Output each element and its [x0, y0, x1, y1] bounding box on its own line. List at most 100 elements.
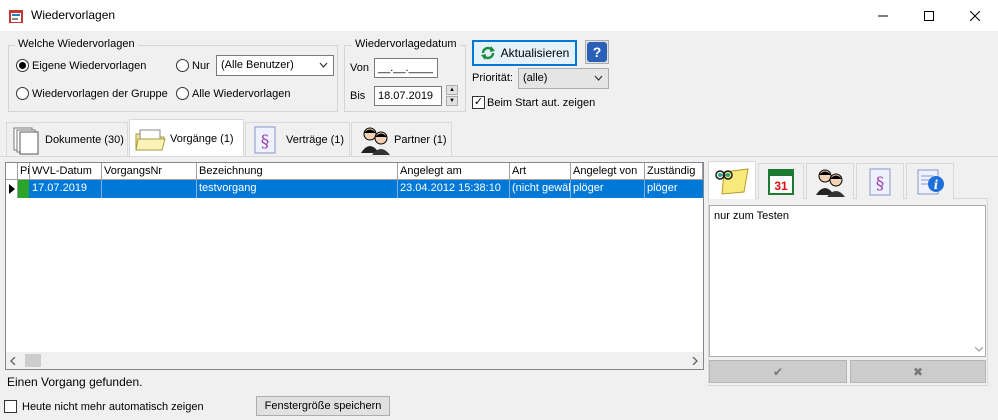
- date-spin-up[interactable]: ▲: [446, 85, 458, 95]
- radio-only[interactable]: Nur: [176, 59, 210, 72]
- svg-text:§: §: [261, 132, 270, 152]
- from-date-field[interactable]: __.__.____: [374, 58, 438, 78]
- row-pointer-icon: [8, 184, 15, 194]
- priority-value: (alle): [523, 72, 548, 84]
- chevron-down-icon: [594, 71, 603, 88]
- horizontal-scrollbar[interactable]: [6, 352, 703, 369]
- autostart-check-indicator[interactable]: ✓: [472, 96, 485, 109]
- tab-vorgaenge-label: Vorgänge (1): [170, 132, 234, 145]
- chevron-left-icon: [10, 356, 16, 365]
- svg-text:?: ?: [593, 44, 602, 60]
- notes-icon: [715, 167, 749, 195]
- save-window-size-button[interactable]: Fenstergröße speichern: [256, 396, 390, 416]
- scroll-left-button[interactable]: [8, 355, 18, 366]
- col-header-pi[interactable]: Pi: [18, 163, 30, 180]
- contract-icon: §: [252, 125, 278, 155]
- save-window-size-label: Fenstergröße speichern: [264, 400, 382, 412]
- calendar-icon: 31: [768, 168, 794, 195]
- user-select-value: (Alle Benutzer): [221, 59, 294, 71]
- chevron-right-icon: [692, 356, 698, 365]
- refresh-icon: [480, 45, 496, 61]
- from-label: Von: [350, 62, 369, 74]
- svg-text:31: 31: [774, 179, 788, 193]
- cell-angelegt-von: plöger: [571, 180, 645, 198]
- close-icon: [970, 10, 980, 21]
- user-select[interactable]: (Alle Benutzer): [216, 55, 334, 76]
- tab-dokumente[interactable]: Dokumente (30): [6, 122, 128, 156]
- maximize-icon: [924, 10, 934, 21]
- filter-legend: Welche Wiedervorlagen: [15, 38, 138, 50]
- memo-scroll-down[interactable]: [974, 344, 984, 354]
- cell-angelegt-am: 23.04.2012 15:38:10: [398, 180, 510, 198]
- radio-group[interactable]: Wiedervorlagen der Gruppe: [16, 87, 168, 100]
- help-button[interactable]: ?: [585, 40, 609, 64]
- radio-only-label: Nur: [192, 59, 210, 72]
- col-header-angelegt-von[interactable]: Angelegt von: [571, 163, 645, 180]
- cell-wvl-datum: 17.07.2019: [30, 180, 102, 198]
- chevron-down-icon: [319, 58, 328, 75]
- radio-group-indicator[interactable]: [16, 87, 29, 100]
- scroll-right-button[interactable]: [690, 355, 700, 366]
- autostart-checkbox[interactable]: ✓ Beim Start aut. zeigen: [472, 96, 595, 109]
- tab-dokumente-label: Dokumente (30): [45, 133, 124, 146]
- cell-vorgangsnr: [102, 180, 197, 198]
- help-icon: ?: [587, 42, 607, 62]
- minimize-button[interactable]: [860, 0, 906, 31]
- refresh-button[interactable]: Aktualisieren: [472, 40, 577, 66]
- memo-cancel-button[interactable]: ✖: [850, 360, 986, 383]
- contract-icon: §: [869, 168, 891, 195]
- tab-partner[interactable]: Partner (1): [351, 122, 452, 156]
- close-button[interactable]: [952, 0, 998, 31]
- radio-all-indicator[interactable]: [176, 87, 189, 100]
- date-legend: Wiedervorlagedatum: [352, 38, 460, 50]
- autostart-label: Beim Start aut. zeigen: [487, 96, 596, 109]
- detail-tab-info[interactable]: i: [906, 163, 954, 199]
- no-auto-check-indicator[interactable]: [4, 400, 17, 413]
- memo-textarea[interactable]: nur zum Testen: [709, 205, 986, 357]
- status-text: Einen Vorgang gefunden.: [7, 375, 143, 389]
- cell-bezeichnung: testvorgang: [197, 180, 398, 198]
- detail-tab-partner[interactable]: [806, 163, 854, 199]
- results-grid[interactable]: Pi WVL-Datum VorgangsNr Bezeichnung Ange…: [5, 162, 704, 370]
- row-indicator: [6, 180, 18, 198]
- col-header-angelegt-am[interactable]: Angelegt am: [398, 163, 510, 180]
- minimize-icon: [878, 15, 888, 16]
- check-icon: ✔: [772, 364, 784, 379]
- col-header-bezeichnung[interactable]: Bezeichnung: [197, 163, 398, 180]
- radio-group-label: Wiedervorlagen der Gruppe: [32, 87, 168, 100]
- radio-only-indicator[interactable]: [176, 59, 189, 72]
- radio-own[interactable]: Eigene Wiedervorlagen: [16, 59, 146, 72]
- radio-all[interactable]: Alle Wiedervorlagen: [176, 87, 290, 100]
- table-row[interactable]: 17.07.2019 testvorgang 23.04.2012 15:38:…: [6, 180, 703, 198]
- title-bar: Wiedervorlagen: [0, 0, 998, 31]
- radio-own-label: Eigene Wiedervorlagen: [32, 59, 147, 72]
- svg-text:i: i: [934, 178, 939, 192]
- detail-tab-contract[interactable]: §: [856, 163, 904, 199]
- col-header-vorgangsnr[interactable]: VorgangsNr: [102, 163, 197, 180]
- cell-pi: [18, 180, 30, 198]
- col-header-wvl-datum[interactable]: WVL-Datum: [30, 163, 102, 180]
- col-header-art[interactable]: Art: [510, 163, 571, 180]
- refresh-label: Aktualisieren: [500, 46, 570, 60]
- date-spin-down[interactable]: ▼: [446, 96, 458, 106]
- cross-icon: ✖: [912, 364, 924, 379]
- to-date-field[interactable]: 18.07.2019: [374, 86, 442, 106]
- radio-all-label: Alle Wiedervorlagen: [192, 87, 291, 100]
- detail-tab-notes[interactable]: [708, 161, 756, 199]
- detail-tab-calendar[interactable]: 31: [758, 163, 804, 199]
- no-auto-label: Heute nicht mehr automatisch zeigen: [22, 400, 204, 413]
- maximize-button[interactable]: [906, 0, 952, 31]
- scroll-thumb[interactable]: [25, 354, 41, 367]
- col-header-zustaendig[interactable]: Zuständig: [645, 163, 703, 180]
- tab-vertraege[interactable]: § Verträge (1): [245, 122, 350, 156]
- svg-text:§: §: [876, 174, 885, 194]
- no-auto-checkbox[interactable]: Heute nicht mehr automatisch zeigen: [4, 400, 204, 413]
- col-header-indicator: [6, 163, 18, 180]
- window-title: Wiedervorlagen: [31, 8, 116, 22]
- priority-select[interactable]: (alle): [518, 68, 609, 89]
- tab-vorgaenge[interactable]: Vorgänge (1): [129, 119, 244, 157]
- radio-own-indicator[interactable]: [16, 59, 29, 72]
- cell-zustaendig: plöger: [647, 182, 678, 194]
- memo-confirm-button[interactable]: ✔: [709, 360, 847, 383]
- tab-content-border: [0, 156, 998, 157]
